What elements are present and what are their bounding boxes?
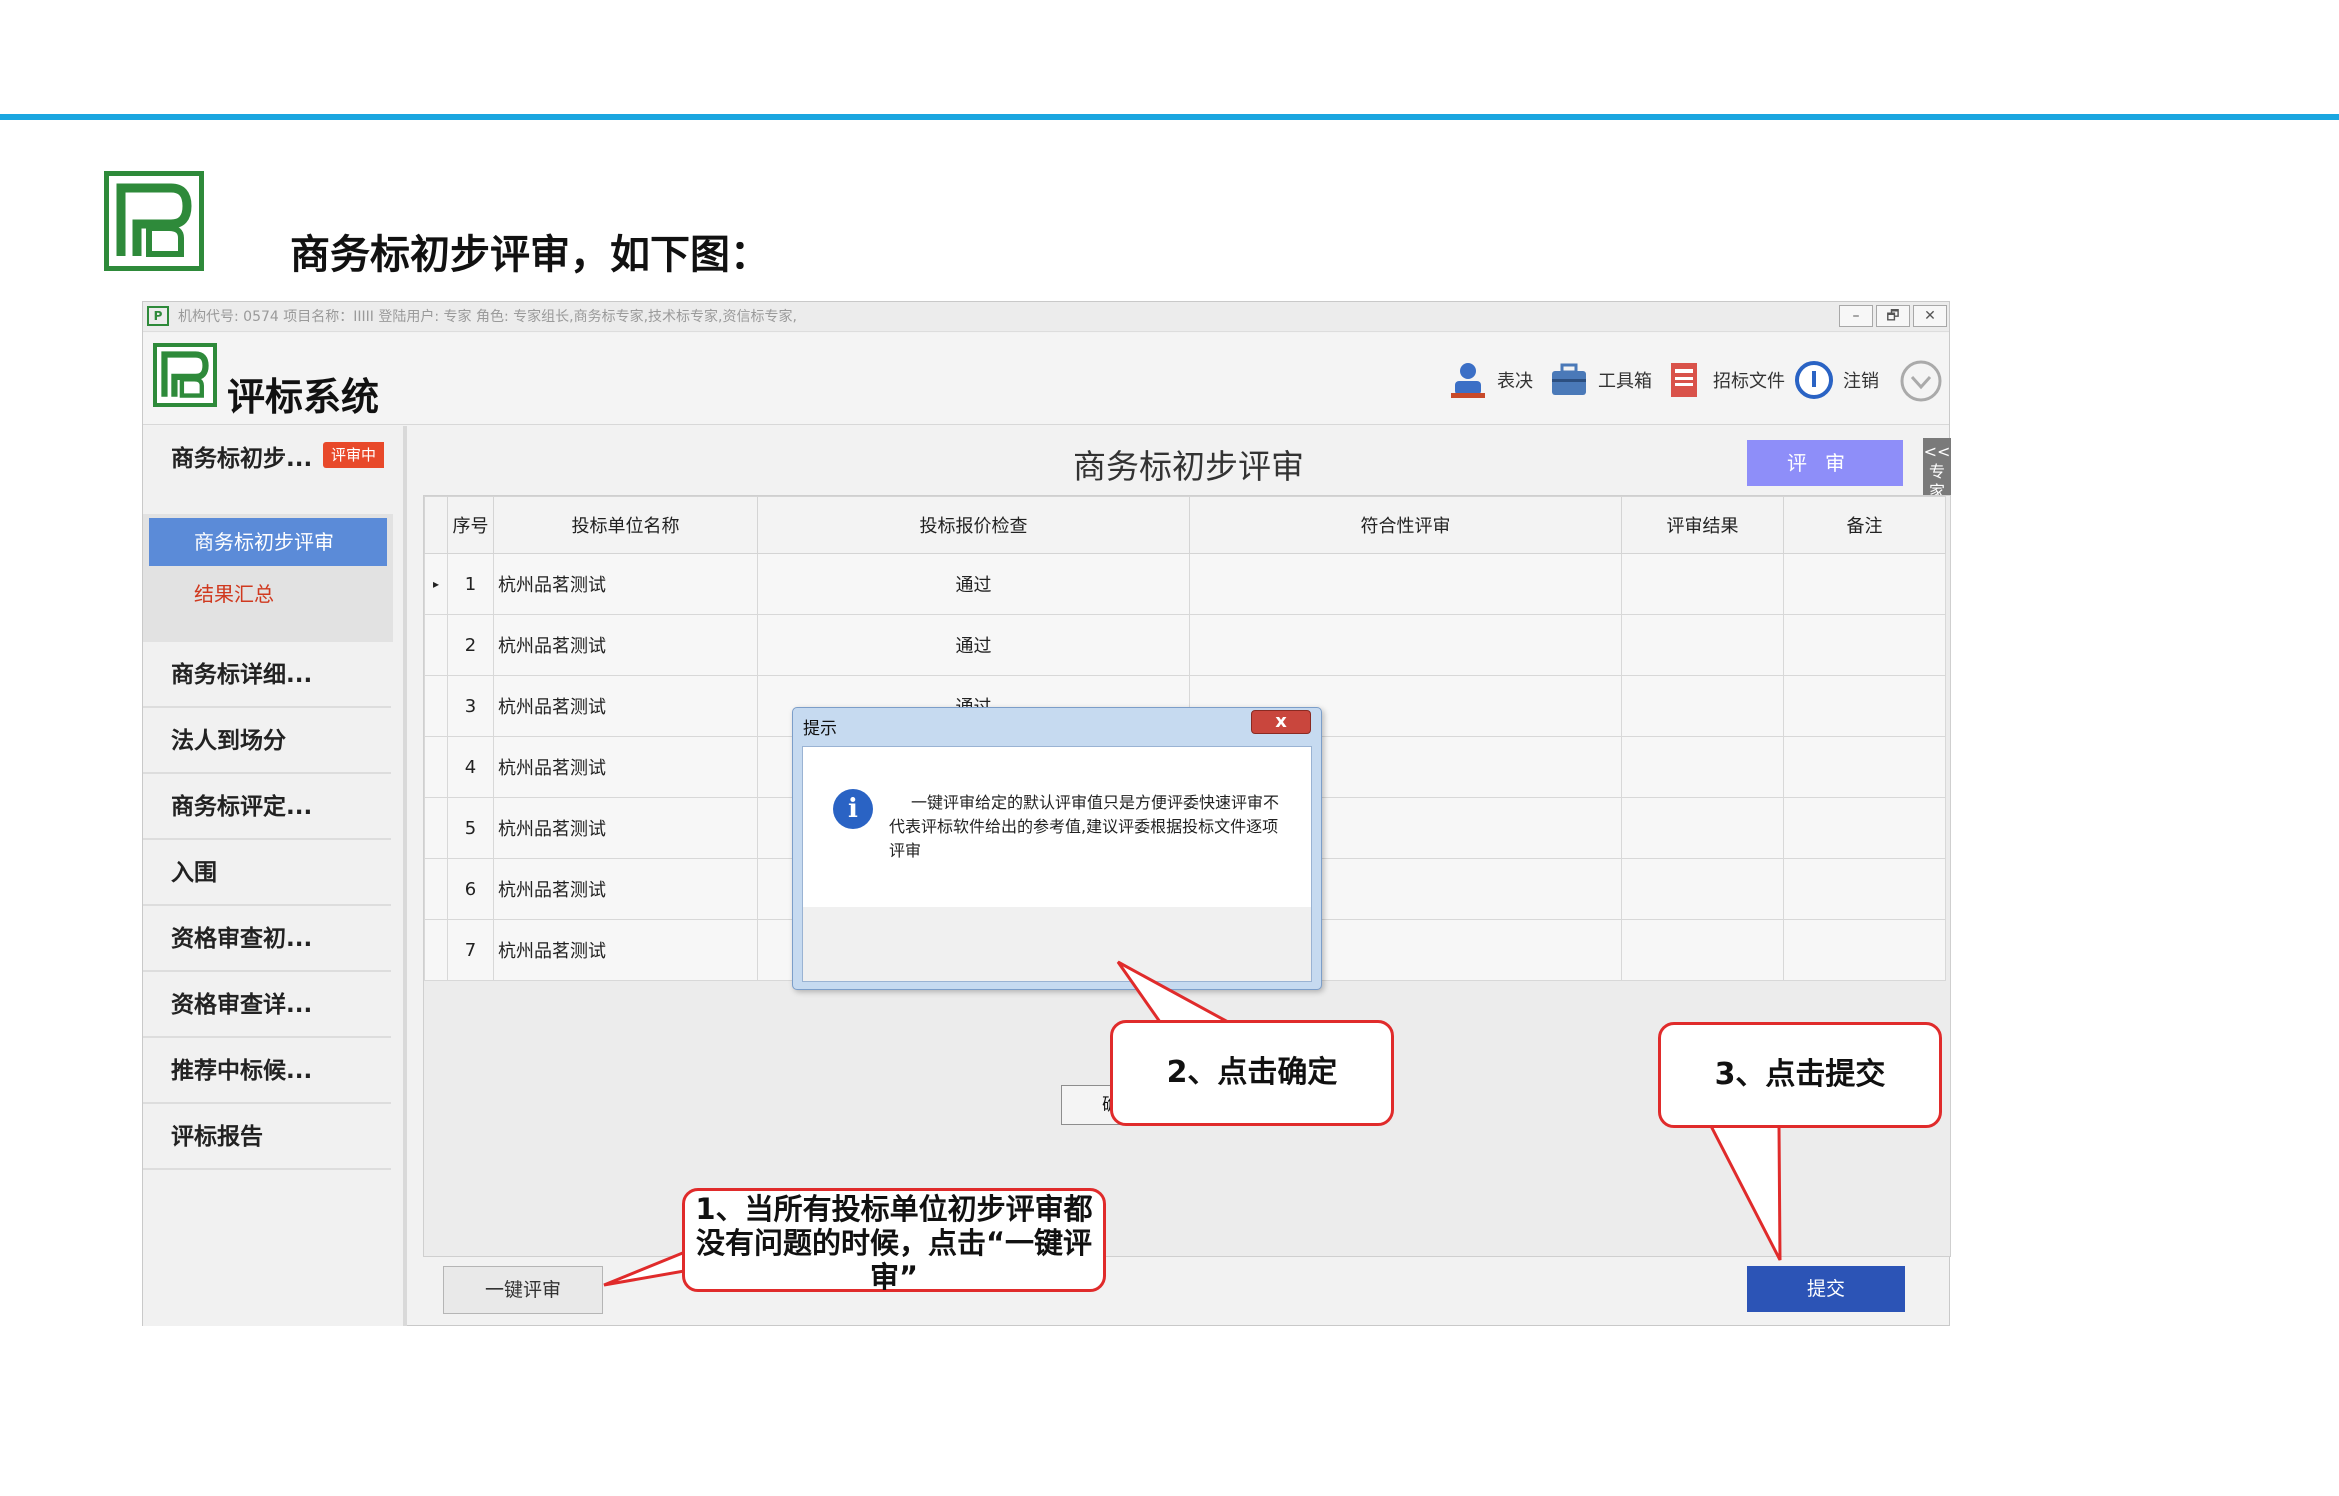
callout-pointer-2: [1116, 960, 1229, 1024]
callout-pointer-3: [1708, 1124, 1782, 1261]
callout-step3: 3、点击提交: [1658, 1022, 1942, 1128]
callout-pointer-1: [603, 1247, 692, 1287]
callout-step1: 1、当所有投标单位初步评审都没有问题的时候，点击“一键评审”: [682, 1188, 1106, 1294]
callout-pointers: [603, 960, 1782, 1287]
callout-step2: 2、点击确定: [1110, 1020, 1394, 1126]
